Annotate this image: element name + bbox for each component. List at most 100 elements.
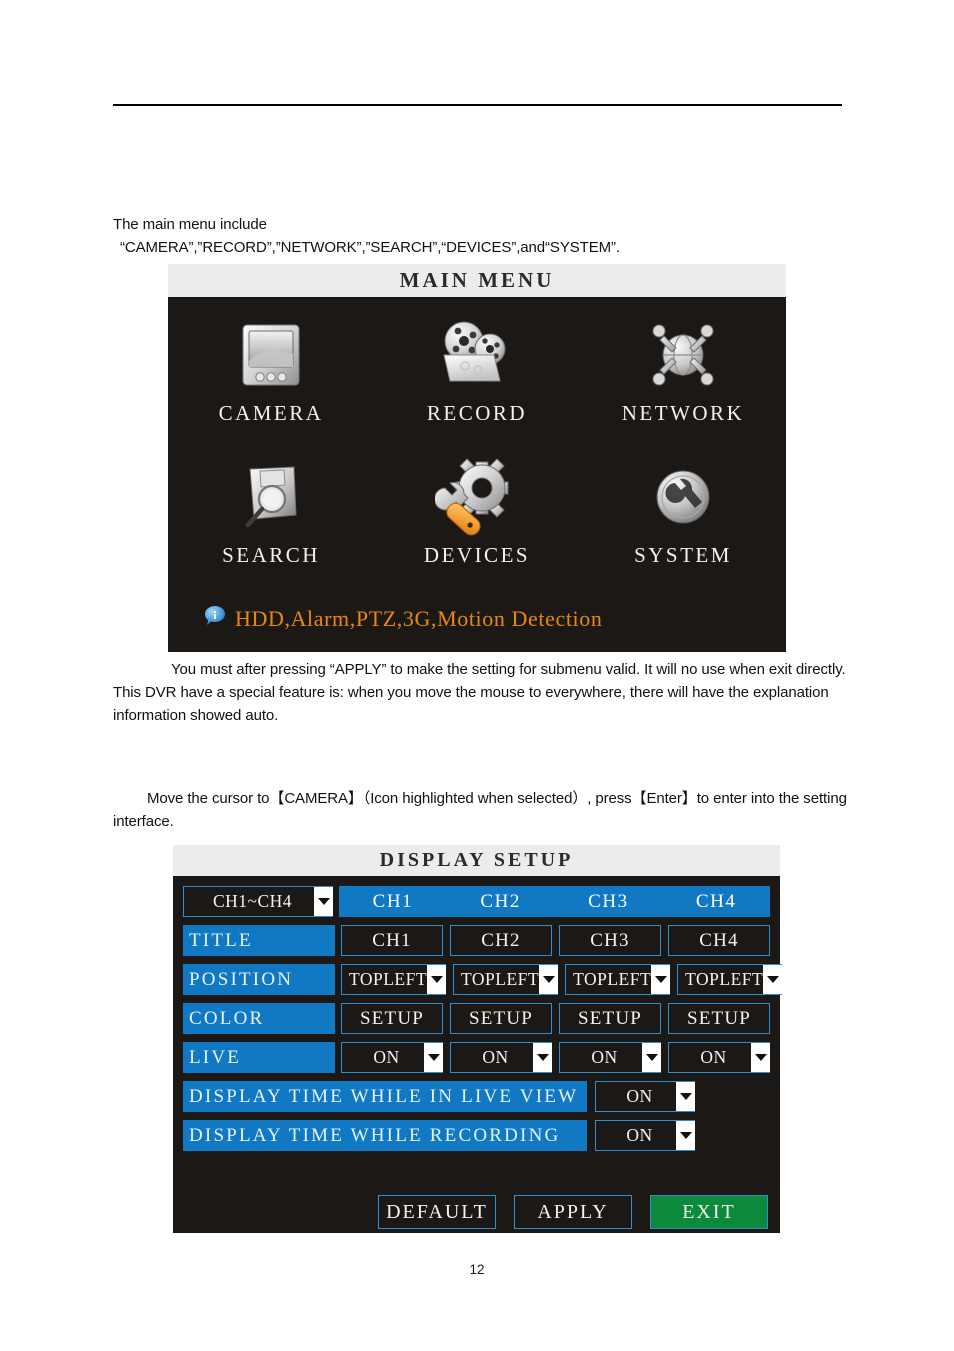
main-menu-label-search: SEARCH [222, 543, 320, 567]
display-setup-body: CH1~CH4 CH1 CH2 CH3 CH4 TITLE CH1 CH2 CH… [173, 876, 783, 1229]
row-cells-live: ON ON ON ON [341, 1042, 770, 1073]
chevron-down-icon[interactable] [676, 1121, 695, 1150]
intro-line-1: The main menu include [113, 216, 267, 233]
display-time-recording-select[interactable]: ON [595, 1120, 695, 1151]
exit-button[interactable]: EXIT [650, 1195, 768, 1229]
title-input-ch1[interactable]: CH1 [341, 925, 443, 956]
display-setup-header-row: CH1~CH4 CH1 CH2 CH3 CH4 [183, 885, 770, 918]
live-value-ch3: ON [591, 1047, 618, 1067]
live-select-ch1[interactable]: ON [341, 1042, 443, 1073]
info-bubble-icon [204, 605, 226, 632]
row-display-time-live-view: DISPLAY TIME WHILE IN LIVE VIEW ON [183, 1080, 770, 1113]
chevron-down-icon[interactable] [424, 1043, 443, 1072]
chevron-down-icon[interactable] [651, 965, 671, 994]
main-menu-label-devices: DEVICES [423, 543, 531, 567]
position-value-ch2: TOPLEFT [461, 969, 540, 989]
magnifier-disk-icon [171, 455, 371, 539]
page-number: 12 [469, 1262, 485, 1277]
apply-button[interactable]: APPLY [514, 1195, 632, 1229]
position-value-ch4: TOPLEFT [685, 969, 764, 989]
color-setup-button-ch3[interactable]: SETUP [559, 1003, 661, 1034]
chevron-down-icon[interactable] [751, 1043, 770, 1072]
display-setup-button-row: DEFAULT APPLY EXIT [183, 1195, 770, 1229]
color-setup-button-ch4[interactable]: SETUP [668, 1003, 770, 1034]
display-setup-screenshot: DISPLAY SETUP CH1~CH4 CH1 CH2 CH3 CH4 TI… [173, 845, 783, 1233]
main-menu-item-record[interactable]: RECORD [377, 313, 577, 426]
row-cells-color: SETUP SETUP SETUP SETUP [341, 1003, 770, 1034]
main-menu-label-camera: CAMERA [218, 401, 324, 425]
row-cells-position: TOPLEFT TOPLEFT TOPLEFT TOPLEFT [341, 964, 783, 995]
position-select-ch1[interactable]: TOPLEFT [341, 964, 447, 995]
wrench-circle-icon [583, 455, 783, 539]
chevron-down-icon[interactable] [539, 965, 559, 994]
main-menu-item-system[interactable]: SYSTEM [583, 455, 783, 568]
main-menu-hint-text: HDD,Alarm,PTZ,3G,Motion Detection [235, 605, 603, 631]
main-menu-label-network: NETWORK [621, 401, 745, 425]
position-value-ch1: TOPLEFT [349, 969, 428, 989]
live-select-ch2[interactable]: ON [450, 1042, 552, 1073]
main-menu-screenshot: MAIN MENU CAMERA RECORD NETWORK SEARCH D… [168, 264, 786, 652]
row-label-color: COLOR [183, 1003, 335, 1034]
globe-network-icon [583, 313, 783, 397]
row-live: LIVE ON ON ON ON [183, 1041, 770, 1074]
channel-header-ch4: CH4 [695, 891, 737, 912]
main-menu-grid: CAMERA RECORD NETWORK SEARCH DEVICES SYS… [168, 297, 786, 652]
position-value-ch3: TOPLEFT [573, 969, 652, 989]
row-label-title: TITLE [183, 925, 335, 956]
row-display-time-recording: DISPLAY TIME WHILE RECORDING ON [183, 1119, 770, 1152]
main-menu-row-2: SEARCH DEVICES SYSTEM [168, 455, 786, 597]
row-label-live: LIVE [183, 1042, 335, 1073]
main-menu-title: MAIN MENU [168, 264, 786, 297]
chevron-down-icon[interactable] [676, 1082, 695, 1111]
display-time-live-view-select[interactable]: ON [595, 1081, 695, 1112]
gear-wrench-icon [377, 455, 577, 539]
main-menu-label-system: SYSTEM [634, 543, 732, 567]
main-menu-item-devices[interactable]: DEVICES [377, 455, 577, 568]
row-color: COLOR SETUP SETUP SETUP SETUP [183, 1002, 770, 1035]
position-select-ch3[interactable]: TOPLEFT [565, 964, 671, 995]
color-setup-button-ch2[interactable]: SETUP [450, 1003, 552, 1034]
channel-header-strip: CH1 CH2 CH3 CH4 [339, 886, 770, 917]
default-button[interactable]: DEFAULT [378, 1195, 496, 1229]
channel-header-ch1: CH1 [372, 891, 414, 912]
chevron-down-icon[interactable] [427, 965, 447, 994]
display-time-live-view-value: ON [626, 1086, 653, 1106]
chevron-down-icon[interactable] [314, 887, 333, 916]
channel-range-select[interactable]: CH1~CH4 [183, 886, 333, 917]
position-select-ch4[interactable]: TOPLEFT [677, 964, 783, 995]
channel-range-value: CH1~CH4 [212, 891, 293, 911]
display-time-recording-value: ON [626, 1125, 653, 1145]
live-value-ch4: ON [700, 1047, 727, 1067]
display-setup-title: DISPLAY SETUP [173, 845, 780, 876]
intro-paragraph: The main menu include “CAMERA”,”RECORD”,… [113, 213, 873, 259]
row-label-display-time-recording: DISPLAY TIME WHILE RECORDING [183, 1120, 587, 1151]
main-menu-label-record: RECORD [426, 401, 528, 425]
header-rule [113, 104, 842, 106]
row-cells-title: CH1 CH2 CH3 CH4 [341, 925, 770, 956]
chevron-down-icon[interactable] [642, 1043, 661, 1072]
chevron-down-icon[interactable] [763, 965, 783, 994]
title-input-ch2[interactable]: CH2 [450, 925, 552, 956]
live-select-ch4[interactable]: ON [668, 1042, 770, 1073]
channel-header-ch3: CH3 [588, 891, 629, 912]
main-menu-item-network[interactable]: NETWORK [583, 313, 783, 426]
live-select-ch3[interactable]: ON [559, 1042, 661, 1073]
title-input-ch4[interactable]: CH4 [668, 925, 770, 956]
row-label-display-time-live-view: DISPLAY TIME WHILE IN LIVE VIEW [183, 1081, 587, 1112]
main-menu-hint: HDD,Alarm,PTZ,3G,Motion Detection [168, 605, 786, 632]
title-input-ch3[interactable]: CH3 [559, 925, 661, 956]
row-label-position: POSITION [183, 964, 335, 995]
color-setup-button-ch1[interactable]: SETUP [341, 1003, 443, 1034]
intro-line-2: “CAMERA”,”RECORD”,”NETWORK”,”SEARCH”,“DE… [120, 239, 620, 256]
move-note-paragraph: Move the cursor to【CAMERA】（Icon highligh… [113, 787, 853, 833]
row-position: POSITION TOPLEFT TOPLEFT TOPLEFT TOPLEFT [183, 963, 783, 996]
live-value-ch2: ON [482, 1047, 509, 1067]
chevron-down-icon[interactable] [533, 1043, 552, 1072]
main-menu-row-1: CAMERA RECORD NETWORK [168, 313, 786, 455]
row-title: TITLE CH1 CH2 CH3 CH4 [183, 924, 770, 957]
apply-note-text: You must after pressing “APPLY” to make … [113, 661, 846, 724]
main-menu-item-camera[interactable]: CAMERA [171, 313, 371, 426]
film-reel-icon [377, 313, 577, 397]
position-select-ch2[interactable]: TOPLEFT [453, 964, 559, 995]
main-menu-item-search[interactable]: SEARCH [171, 455, 371, 568]
